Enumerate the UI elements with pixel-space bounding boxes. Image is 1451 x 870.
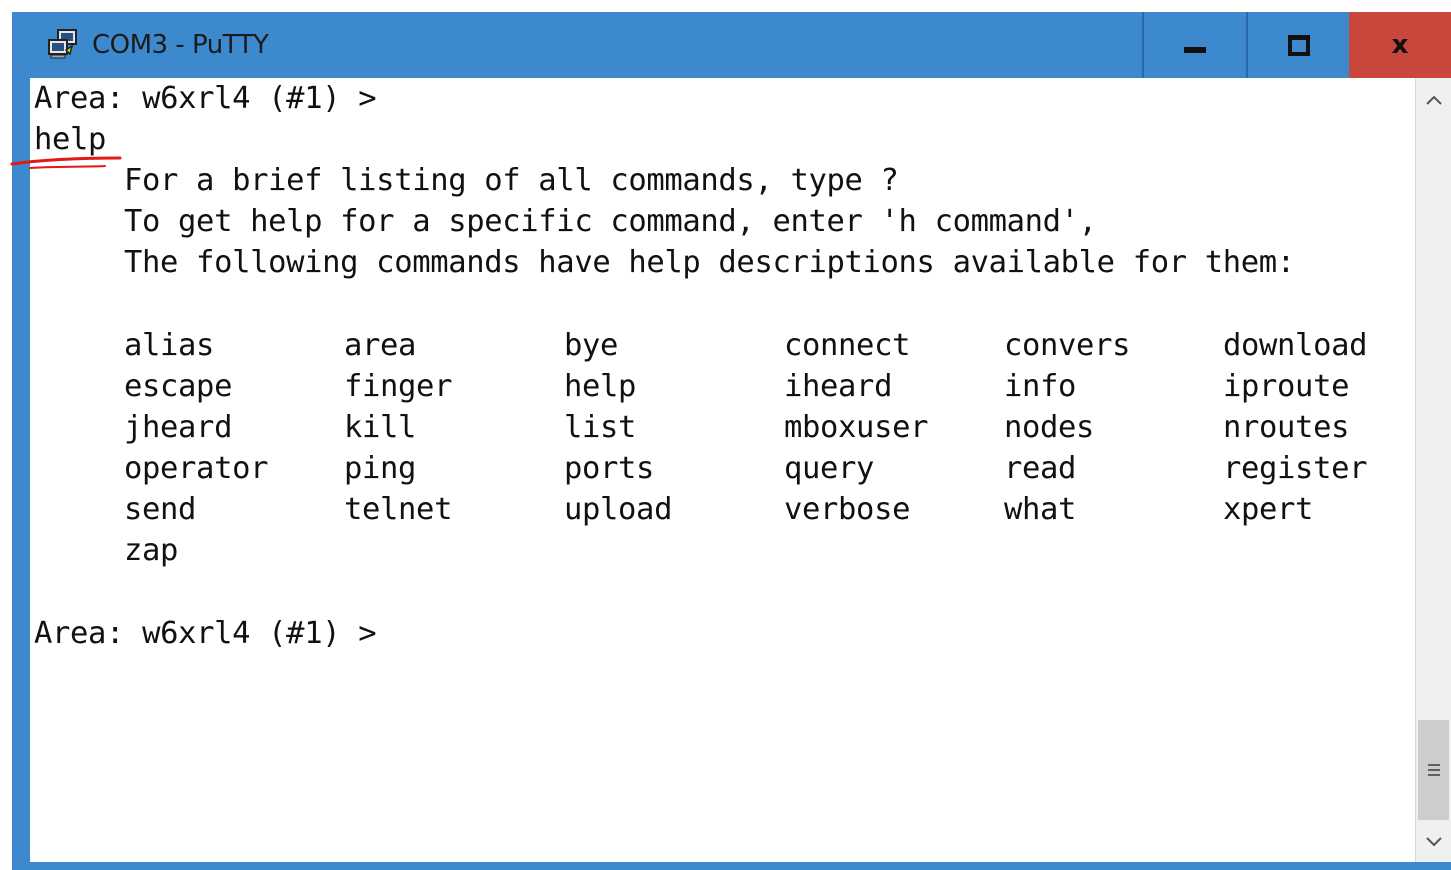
command-item: area [344, 328, 417, 363]
command-item: zap [124, 533, 179, 568]
command-item: read [1004, 451, 1077, 486]
close-icon: x [1391, 30, 1409, 60]
command-item: nodes [1004, 410, 1095, 445]
command-item: send [124, 492, 197, 527]
command-item: alias [124, 328, 215, 363]
title-bar[interactable]: COM3 - PuTTY x [12, 12, 1451, 78]
scrollbar-thumb[interactable] [1418, 720, 1449, 820]
window-title: COM3 - PuTTY [92, 30, 269, 60]
command-item: verbose [784, 492, 911, 527]
command-item: list [564, 410, 637, 445]
command-item: register [1223, 451, 1368, 486]
chevron-up-icon[interactable] [1416, 82, 1451, 118]
minimize-button[interactable] [1142, 12, 1246, 78]
command-item: ports [564, 451, 655, 486]
command-item: upload [564, 492, 673, 527]
annotation-underline [10, 156, 122, 169]
command-item: telnet [344, 492, 453, 527]
command-item: ping [344, 451, 417, 486]
help-line: The following commands have help descrip… [124, 245, 1295, 280]
command-item: jheard [124, 410, 233, 445]
command-item: kill [344, 410, 417, 445]
help-line: To get help for a specific command, ente… [124, 204, 1097, 239]
command-item: info [1004, 369, 1077, 404]
maximize-icon [1288, 34, 1310, 56]
command-item: operator [124, 451, 269, 486]
minimize-icon [1184, 47, 1206, 53]
terminal-area[interactable]: Area: w6xrl4 (#1) > help For a brief lis… [30, 78, 1415, 862]
command-item: finger [344, 369, 453, 404]
chevron-down-icon[interactable] [1416, 824, 1451, 860]
command-item: what [1004, 492, 1077, 527]
command-item: mboxuser [784, 410, 929, 445]
putty-icon [48, 29, 77, 59]
command-item: xpert [1223, 492, 1314, 527]
command-item: iproute [1223, 369, 1350, 404]
prompt-line: Area: w6xrl4 (#1) > [34, 616, 377, 651]
prompt-line: Area: w6xrl4 (#1) > [34, 81, 377, 116]
command-item: query [784, 451, 875, 486]
help-line: For a brief listing of all commands, typ… [124, 163, 899, 198]
command-item: help [564, 369, 637, 404]
command-item: nroutes [1223, 410, 1350, 445]
command-item: escape [124, 369, 233, 404]
command-item: connect [784, 328, 911, 363]
vertical-scrollbar[interactable] [1415, 78, 1451, 862]
command-item: convers [1004, 328, 1131, 363]
maximize-button[interactable] [1246, 12, 1350, 78]
command-item: bye [564, 328, 619, 363]
command-item: iheard [784, 369, 893, 404]
command-item: download [1223, 328, 1368, 363]
grip-icon [1427, 764, 1440, 776]
close-button[interactable]: x [1349, 12, 1451, 78]
